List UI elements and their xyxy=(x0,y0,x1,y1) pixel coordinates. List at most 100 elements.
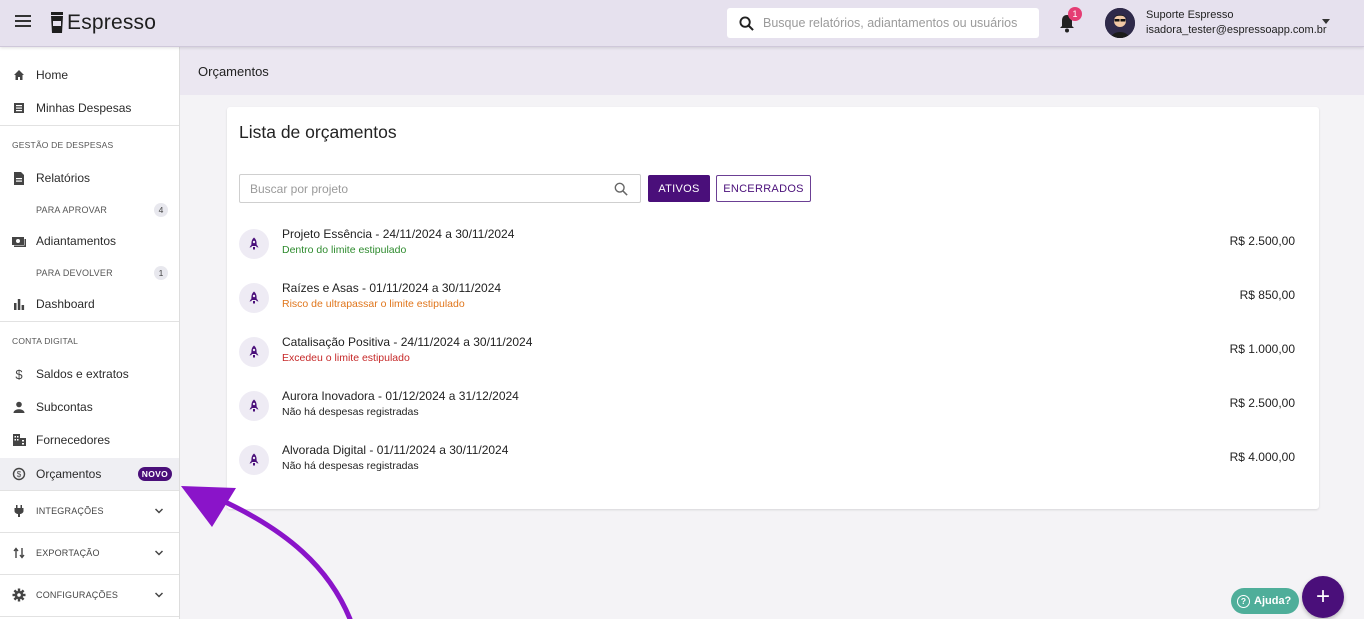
budget-list-card: Lista de orçamentos ATIVOS ENCERRADOS Pr… xyxy=(227,107,1319,509)
divider xyxy=(0,574,179,575)
menu-icon[interactable] xyxy=(15,15,31,29)
divider xyxy=(0,125,179,126)
divider xyxy=(0,616,179,617)
rocket-icon xyxy=(239,337,269,367)
sidebar-item-home[interactable]: Home xyxy=(0,59,179,91)
top-bar: Espresso 1 Suporte Espresso isadora_test… xyxy=(0,0,1364,47)
dollar-icon: $ xyxy=(15,366,23,382)
sidebar-item-orcamentos[interactable]: $ Orçamentos NOVO xyxy=(0,458,179,490)
sidebar-item-label: Home xyxy=(36,68,69,82)
budget-amount: R$ 2.500,00 xyxy=(1229,234,1295,248)
new-badge: NOVO xyxy=(137,467,172,481)
budget-amount: R$ 2.500,00 xyxy=(1229,396,1295,410)
sidebar-subitem-para-aprovar[interactable]: PARA APROVAR 4 xyxy=(0,200,179,220)
count-badge: 4 xyxy=(154,203,168,217)
person-icon xyxy=(12,400,26,414)
sidebar-item-dashboard[interactable]: Dashboard xyxy=(0,288,179,320)
sidebar-item-label: Relatórios xyxy=(36,171,91,185)
sidebar-item-label: INTEGRAÇÕES xyxy=(36,506,104,516)
chevron-down-icon xyxy=(155,508,163,514)
sidebar-item-integracoes[interactable]: INTEGRAÇÕES xyxy=(0,495,179,527)
avatar[interactable] xyxy=(1105,8,1135,38)
budget-title: Aurora Inovadora - 01/12/2024 a 31/12/20… xyxy=(282,389,519,403)
budget-status: Não há despesas registradas xyxy=(282,406,419,418)
section-title-conta: CONTA DIGITAL xyxy=(12,336,79,346)
sidebar-subitem-label: PARA APROVAR xyxy=(36,205,108,215)
budget-title: Alvorada Digital - 01/11/2024 a 30/11/20… xyxy=(282,443,509,457)
sidebar-item-exportacao[interactable]: EXPORTAÇÃO xyxy=(0,537,179,569)
project-search-input[interactable] xyxy=(250,181,600,196)
encerrados-button[interactable]: ENCERRADOS xyxy=(716,175,811,202)
sidebar-item-fornecedores[interactable]: Fornecedores xyxy=(0,424,179,456)
ativos-button[interactable]: ATIVOS xyxy=(648,175,710,202)
divider xyxy=(0,532,179,533)
rocket-icon xyxy=(239,391,269,421)
budget-amount: R$ 1.000,00 xyxy=(1229,342,1295,356)
transfer-icon xyxy=(12,546,26,560)
sidebar-item-minhas-despesas[interactable]: Minhas Despesas xyxy=(0,92,179,124)
budget-row[interactable]: Alvorada Digital - 01/11/2024 a 30/11/20… xyxy=(239,434,1307,480)
search-icon xyxy=(739,15,754,31)
bar-chart-icon xyxy=(12,297,26,311)
chevron-down-icon xyxy=(155,550,163,556)
document-icon xyxy=(12,171,26,185)
budget-status: Dentro do limite estipulado xyxy=(282,244,407,256)
help-button[interactable]: ? Ajuda? xyxy=(1231,588,1299,614)
chevron-down-icon[interactable] xyxy=(1322,19,1330,24)
gear-icon xyxy=(12,588,26,602)
budget-status: Não há despesas registradas xyxy=(282,460,419,472)
sidebar-item-subcontas[interactable]: Subcontas xyxy=(0,391,179,423)
cash-icon xyxy=(12,234,26,248)
global-search[interactable] xyxy=(727,8,1039,38)
sidebar-item-label: Subcontas xyxy=(36,400,93,414)
budget-title: Raízes e Asas - 01/11/2024 a 30/11/2024 xyxy=(282,281,502,295)
sidebar-item-relatorios[interactable]: Relatórios xyxy=(0,162,179,194)
page-title: Lista de orçamentos xyxy=(239,122,397,142)
budget-title: Projeto Essência - 24/11/2024 a 30/11/20… xyxy=(282,227,515,241)
budget-amount: R$ 4.000,00 xyxy=(1229,450,1295,464)
avatar-image xyxy=(1105,8,1135,38)
sidebar-item-label: Orçamentos xyxy=(36,467,102,481)
budget-status: Risco de ultrapassar o limite estipulado xyxy=(282,298,465,310)
sidebar-item-configuracoes[interactable]: CONFIGURAÇÕES xyxy=(0,579,179,611)
logo[interactable]: Espresso xyxy=(50,8,156,38)
building-icon xyxy=(12,433,26,447)
budget-status: Excedeu o limite estipulado xyxy=(282,352,410,364)
budget-row[interactable]: Projeto Essência - 24/11/2024 a 30/11/20… xyxy=(239,218,1307,264)
help-icon: ? xyxy=(1237,594,1250,608)
sidebar-item-adiantamentos[interactable]: Adiantamentos xyxy=(0,225,179,257)
budget-title: Catalisação Positiva - 24/11/2024 a 30/1… xyxy=(282,335,533,349)
search-icon[interactable] xyxy=(614,182,628,196)
breadcrumb: Orçamentos xyxy=(198,64,269,79)
global-search-input[interactable] xyxy=(763,16,1033,30)
budget-row[interactable]: Aurora Inovadora - 01/12/2024 a 31/12/20… xyxy=(239,380,1307,426)
rocket-icon xyxy=(239,229,269,259)
plug-icon xyxy=(12,504,26,518)
sidebar-item-saldos[interactable]: $ Saldos e extratos xyxy=(0,358,179,390)
budget-row[interactable]: Raízes e Asas - 01/11/2024 a 30/11/2024 R… xyxy=(239,272,1307,318)
notification-badge: 1 xyxy=(1068,7,1082,21)
sidebar-item-label: EXPORTAÇÃO xyxy=(36,548,100,558)
sidebar-item-label: Saldos e extratos xyxy=(36,367,129,381)
add-budget-button[interactable]: + xyxy=(1302,576,1344,618)
home-icon xyxy=(12,68,26,82)
chevron-down-icon xyxy=(155,592,163,598)
logo-text: Espresso xyxy=(67,11,157,34)
divider xyxy=(0,490,179,491)
sidebar-item-label: Minhas Despesas xyxy=(36,101,132,115)
rocket-icon xyxy=(239,445,269,475)
divider xyxy=(0,321,179,322)
sidebar-subitem-label: PARA DEVOLVER xyxy=(36,268,113,278)
rocket-icon xyxy=(239,283,269,313)
sidebar-item-label: CONFIGURAÇÕES xyxy=(36,590,119,600)
sidebar: Home Minhas Despesas GESTÃO DE DESPESAS … xyxy=(0,47,180,619)
user-email: isadora_tester@espressoapp.com.br xyxy=(1146,24,1327,36)
count-badge: 1 xyxy=(154,266,168,280)
help-label: Ajuda? xyxy=(1254,595,1292,607)
sidebar-item-label: Fornecedores xyxy=(36,433,111,447)
user-name: Suporte Espresso xyxy=(1146,9,1234,21)
budget-row[interactable]: Catalisação Positiva - 24/11/2024 a 30/1… xyxy=(239,326,1307,372)
project-search[interactable] xyxy=(239,174,641,203)
sidebar-item-label: Adiantamentos xyxy=(36,234,117,248)
sidebar-subitem-para-devolver[interactable]: PARA DEVOLVER 1 xyxy=(0,263,179,283)
